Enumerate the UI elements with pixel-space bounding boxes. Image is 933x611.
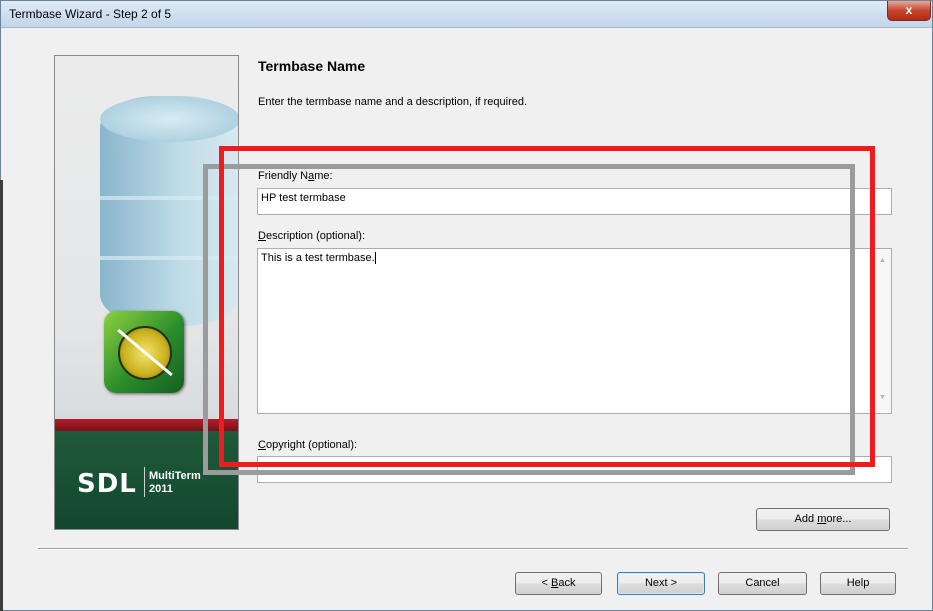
footer-separator [38,548,908,550]
help-button[interactable]: Help [820,572,896,595]
scroll-down-icon[interactable]: ▼ [879,394,886,401]
add-more-button[interactable]: Add more... [756,508,890,531]
close-button[interactable]: x [887,1,931,21]
cancel-button[interactable]: Cancel [718,572,807,595]
page-title: Termbase Name [258,58,366,74]
title-bar[interactable]: Termbase Wizard - Step 2 of 5 x [1,1,932,28]
button-text: < [541,577,551,589]
logo-divider [144,467,145,497]
scroll-up-icon[interactable]: ▲ [879,257,886,264]
product-name: MultiTerm [149,470,201,482]
window-edge [0,180,3,611]
button-accesskey: m [817,513,827,525]
button-text: ore... [826,513,852,525]
next-button[interactable]: Next > [617,572,705,595]
window-title: Termbase Wizard - Step 2 of 5 [9,7,172,21]
database-cylinder-top [100,96,238,142]
annotation-highlight-red [219,146,875,467]
button-text: Add [794,513,818,525]
description-scrollbar[interactable]: ▲ ▼ [873,249,891,412]
sdl-logo: SDL [77,469,137,499]
button-text: ack [558,577,576,589]
close-icon: x [905,3,913,17]
multiterm-app-icon [104,311,184,393]
page-instructions: Enter the termbase name and a descriptio… [258,96,528,108]
back-button[interactable]: < Back [515,572,602,595]
product-year: 2011 [149,483,173,495]
